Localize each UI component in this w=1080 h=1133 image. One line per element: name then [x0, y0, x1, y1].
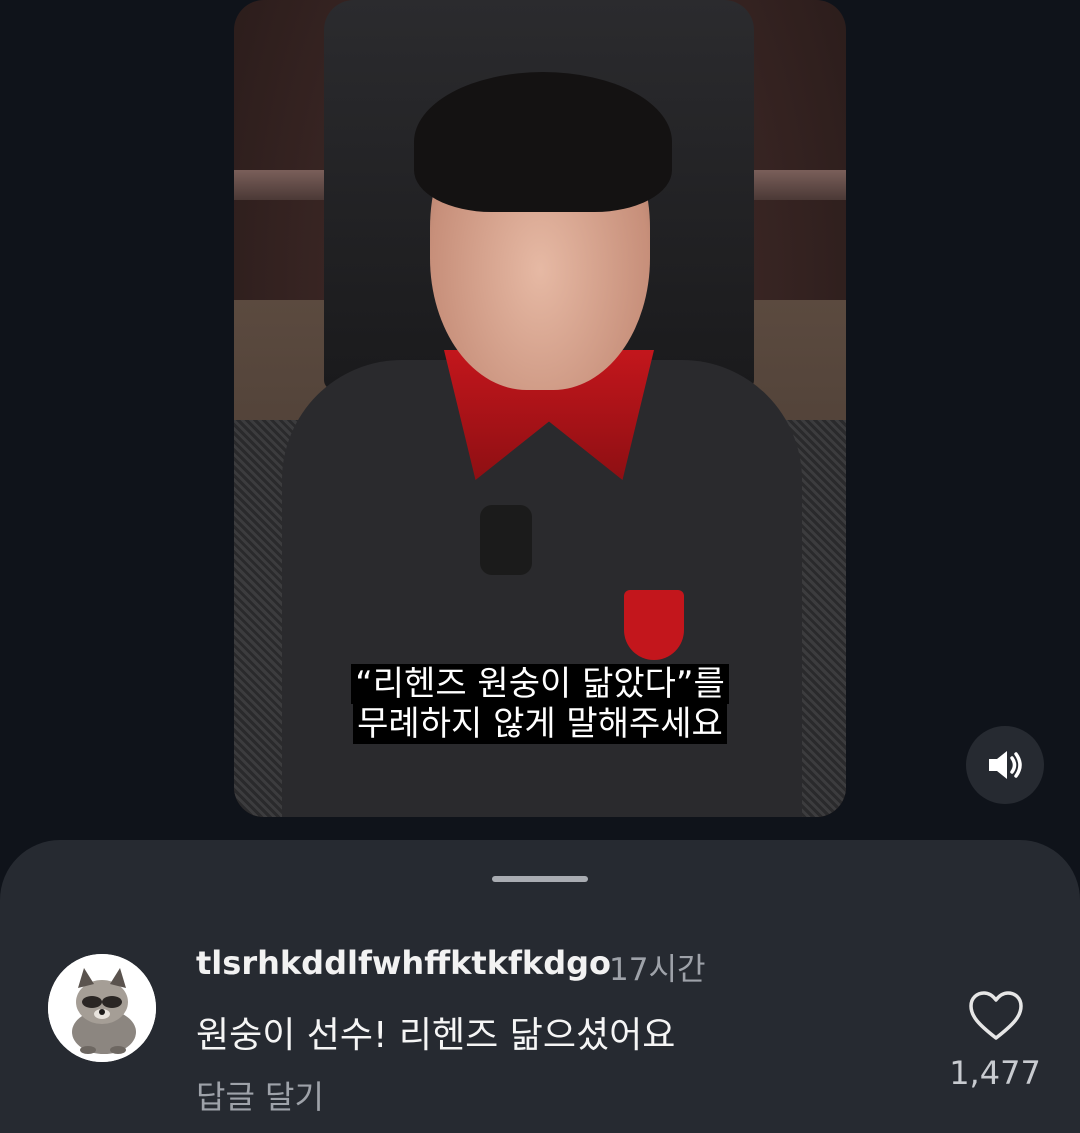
- raccoon-avatar[interactable]: [48, 954, 156, 1062]
- comment-time: 17시간: [609, 952, 706, 988]
- caption-text-1: “리헨즈 원숭이 닮았다”를: [351, 664, 729, 704]
- team-badge: [624, 590, 684, 660]
- video-caption-line1: “리헨즈 원숭이 닮았다”를: [234, 664, 846, 704]
- video-caption-line2: 무례하지 않게 말해주세요: [234, 704, 846, 744]
- volume-icon: [989, 751, 1022, 779]
- video-player[interactable]: “리헨즈 원숭이 닮았다”를 무례하지 않게 말해주세요: [234, 0, 846, 817]
- reply-button[interactable]: 답글 달기: [196, 1072, 324, 1118]
- sheet-grabber[interactable]: [492, 876, 588, 882]
- comment-username[interactable]: tlsrhkddlfwhffktkfkdgo: [196, 944, 611, 982]
- like-count: 1,477: [949, 1054, 1041, 1092]
- lapel-mic: [480, 505, 532, 575]
- raccoon-icon: [48, 954, 156, 1062]
- comments-sheet: tlsrhkddlfwhffktkfkdgo 17시간 원숭이 선수! 리헨즈 …: [0, 840, 1080, 1133]
- person-jersey: [282, 360, 802, 817]
- caption-text-2: 무례하지 않게 말해주세요: [353, 704, 727, 744]
- mute-toggle-button[interactable]: [966, 726, 1044, 804]
- comment-text: 원숭이 선수! 리헨즈 닮으셨어요: [196, 1015, 676, 1056]
- person-hair: [414, 72, 672, 212]
- heart-outline-icon[interactable]: [968, 990, 1024, 1042]
